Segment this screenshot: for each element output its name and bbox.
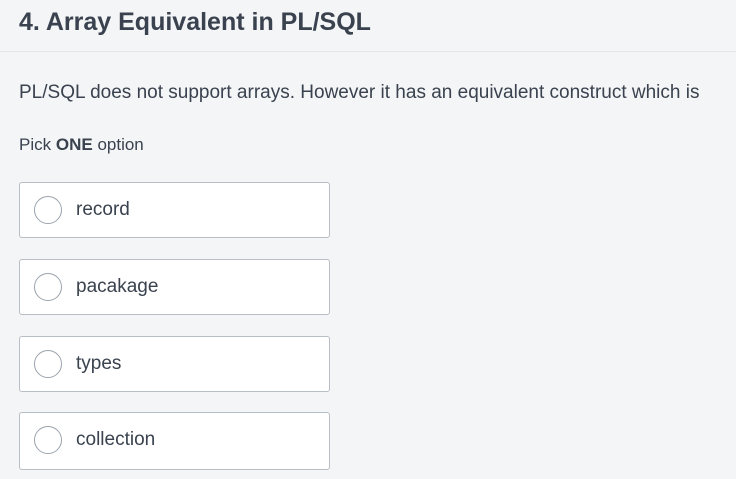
question-title: 4. Array Equivalent in PL/SQL (19, 8, 371, 36)
radio-button[interactable] (34, 426, 62, 454)
option-types[interactable]: types (19, 336, 330, 392)
question-text: PL/SQL does not support arrays. However … (19, 82, 700, 103)
radio-button[interactable] (34, 273, 62, 301)
option-pacakage[interactable]: pacakage (19, 259, 330, 315)
option-label: collection (76, 429, 156, 450)
radio-button[interactable] (34, 350, 62, 378)
instruction-prefix: Pick (19, 135, 52, 154)
instruction-emphasis: ONE (55, 135, 93, 154)
option-label: record (76, 199, 130, 220)
option-record[interactable]: record (19, 182, 330, 238)
option-collection[interactable]: collection (19, 412, 330, 470)
pick-instruction: Pick ONE option (19, 134, 144, 156)
title-divider (0, 51, 736, 52)
instruction-suffix: option (97, 135, 144, 154)
radio-button[interactable] (34, 196, 62, 224)
option-label: pacakage (76, 276, 159, 297)
option-label: types (76, 353, 122, 374)
